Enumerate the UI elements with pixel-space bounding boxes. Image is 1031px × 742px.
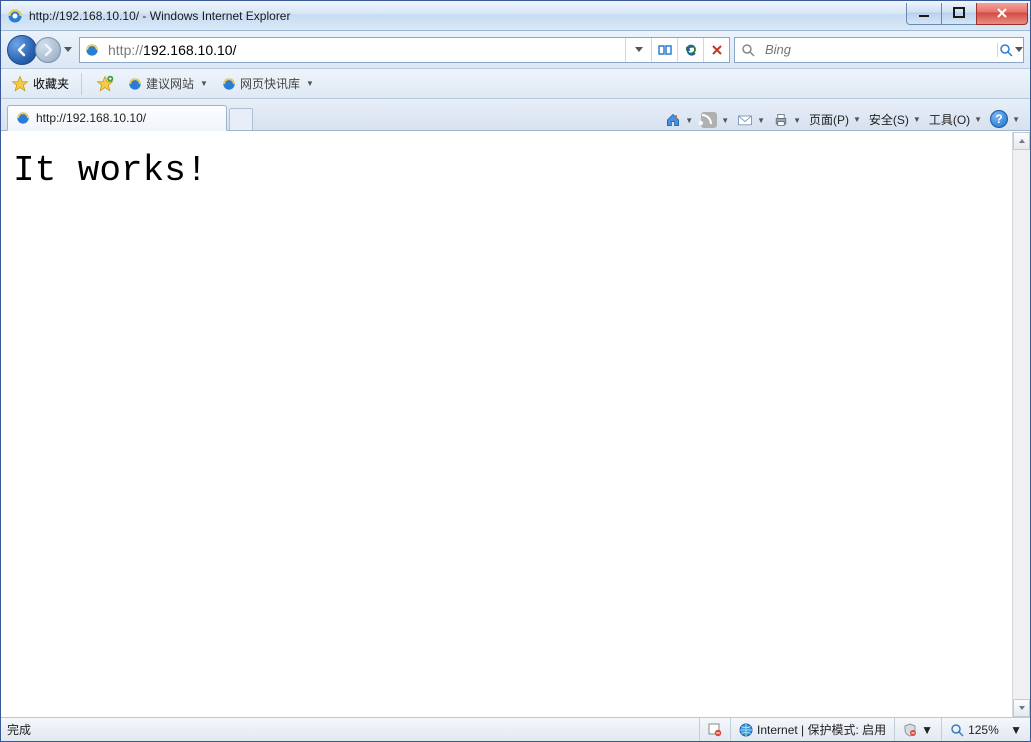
- ie-logo-icon: [7, 8, 23, 24]
- titlebar: http://192.168.10.10/ - Windows Internet…: [1, 1, 1030, 31]
- address-bar[interactable]: http://192.168.10.10/: [79, 37, 730, 63]
- home-icon: [665, 112, 681, 128]
- security-zone[interactable]: Internet | 保护模式: 启用: [730, 718, 894, 741]
- search-icon: [735, 43, 761, 57]
- tab-active[interactable]: http://192.168.10.10/: [7, 105, 227, 131]
- vertical-scrollbar[interactable]: [1012, 132, 1030, 717]
- popup-blocker-indicator[interactable]: [699, 718, 730, 741]
- tab-label: http://192.168.10.10/: [36, 111, 146, 125]
- compatibility-view-button[interactable]: [651, 38, 677, 62]
- web-slice-gallery-link[interactable]: 网页快讯库 ▼: [216, 73, 320, 94]
- star-plus-icon: [96, 75, 114, 93]
- globe-icon: [739, 723, 753, 737]
- zoom-icon: [950, 723, 964, 737]
- read-mail-button[interactable]: ▼: [733, 110, 769, 130]
- ie-icon: [222, 77, 236, 91]
- back-button[interactable]: [7, 35, 37, 65]
- address-input[interactable]: http://192.168.10.10/: [104, 40, 625, 60]
- suggested-sites-label: 建议网站: [146, 75, 194, 92]
- web-slice-label: 网页快讯库: [240, 75, 300, 92]
- tools-menu[interactable]: 工具(O)▼: [925, 109, 986, 130]
- scroll-track[interactable]: [1013, 150, 1030, 699]
- url-scheme: http://: [108, 42, 143, 58]
- zoom-value: 125%: [968, 723, 999, 737]
- ie-window: http://192.168.10.10/ - Windows Internet…: [0, 0, 1031, 742]
- minimize-button[interactable]: [906, 3, 942, 25]
- star-icon: [11, 75, 29, 93]
- favorites-bar: 收藏夹 建议网站 ▼ 网页快讯库 ▼: [1, 69, 1030, 99]
- stop-button[interactable]: [703, 38, 729, 62]
- tab-bar: http://192.168.10.10/ ▼ ▼ ▼ ▼ 页面(P)▼ 安全(…: [1, 99, 1030, 131]
- navigation-bar: http://192.168.10.10/: [1, 31, 1030, 69]
- safety-menu[interactable]: 安全(S)▼: [865, 109, 925, 130]
- search-box[interactable]: [734, 37, 1024, 63]
- new-tab-button[interactable]: [229, 108, 253, 130]
- address-dropdown[interactable]: [625, 38, 651, 62]
- ie-icon: [128, 77, 142, 91]
- suggested-sites-link[interactable]: 建议网站 ▼: [122, 73, 214, 94]
- search-input[interactable]: [761, 40, 997, 59]
- print-button[interactable]: ▼: [769, 110, 805, 130]
- scroll-up-button[interactable]: [1013, 132, 1030, 150]
- maximize-button[interactable]: [941, 3, 977, 25]
- protected-mode-indicator[interactable]: ▼: [894, 718, 941, 741]
- close-button[interactable]: [976, 3, 1028, 25]
- add-to-favorites-bar-button[interactable]: [90, 73, 120, 95]
- status-text: 完成: [1, 718, 39, 741]
- shield-off-icon: [903, 723, 917, 737]
- url-host: 192.168.10.10/: [143, 42, 236, 58]
- favorites-button[interactable]: 收藏夹: [7, 73, 73, 95]
- printer-icon: [773, 112, 789, 128]
- page-viewport: It works!: [1, 132, 1012, 717]
- help-button[interactable]: ?▼: [986, 108, 1024, 130]
- feeds-button[interactable]: ▼: [697, 110, 733, 130]
- page-menu[interactable]: 页面(P)▼: [805, 109, 865, 130]
- mail-icon: [737, 112, 753, 128]
- rss-icon: [701, 112, 717, 128]
- safety-menu-label: 安全(S): [869, 111, 909, 128]
- site-icon: [80, 43, 104, 57]
- help-icon: ?: [990, 110, 1008, 128]
- zone-label: Internet | 保护模式: 启用: [757, 721, 886, 738]
- zoom-control[interactable]: 125% ▼: [941, 718, 1030, 741]
- scroll-down-button[interactable]: [1013, 699, 1030, 717]
- page-menu-label: 页面(P): [809, 111, 849, 128]
- home-button[interactable]: ▼: [661, 110, 697, 130]
- window-title: http://192.168.10.10/ - Windows Internet…: [29, 9, 290, 23]
- popup-icon: [708, 723, 722, 737]
- tools-menu-label: 工具(O): [929, 111, 970, 128]
- content-area: It works!: [1, 131, 1030, 717]
- nav-history-dropdown[interactable]: [61, 35, 75, 65]
- ie-icon: [16, 111, 30, 125]
- refresh-button[interactable]: [677, 38, 703, 62]
- favorites-label: 收藏夹: [33, 75, 69, 92]
- status-bar: 完成 Internet | 保护模式: 启用 ▼ 125% ▼: [1, 717, 1030, 741]
- page-heading: It works!: [13, 150, 1000, 191]
- forward-button[interactable]: [35, 37, 61, 63]
- window-controls: [907, 3, 1028, 25]
- search-go-button[interactable]: [997, 43, 1023, 57]
